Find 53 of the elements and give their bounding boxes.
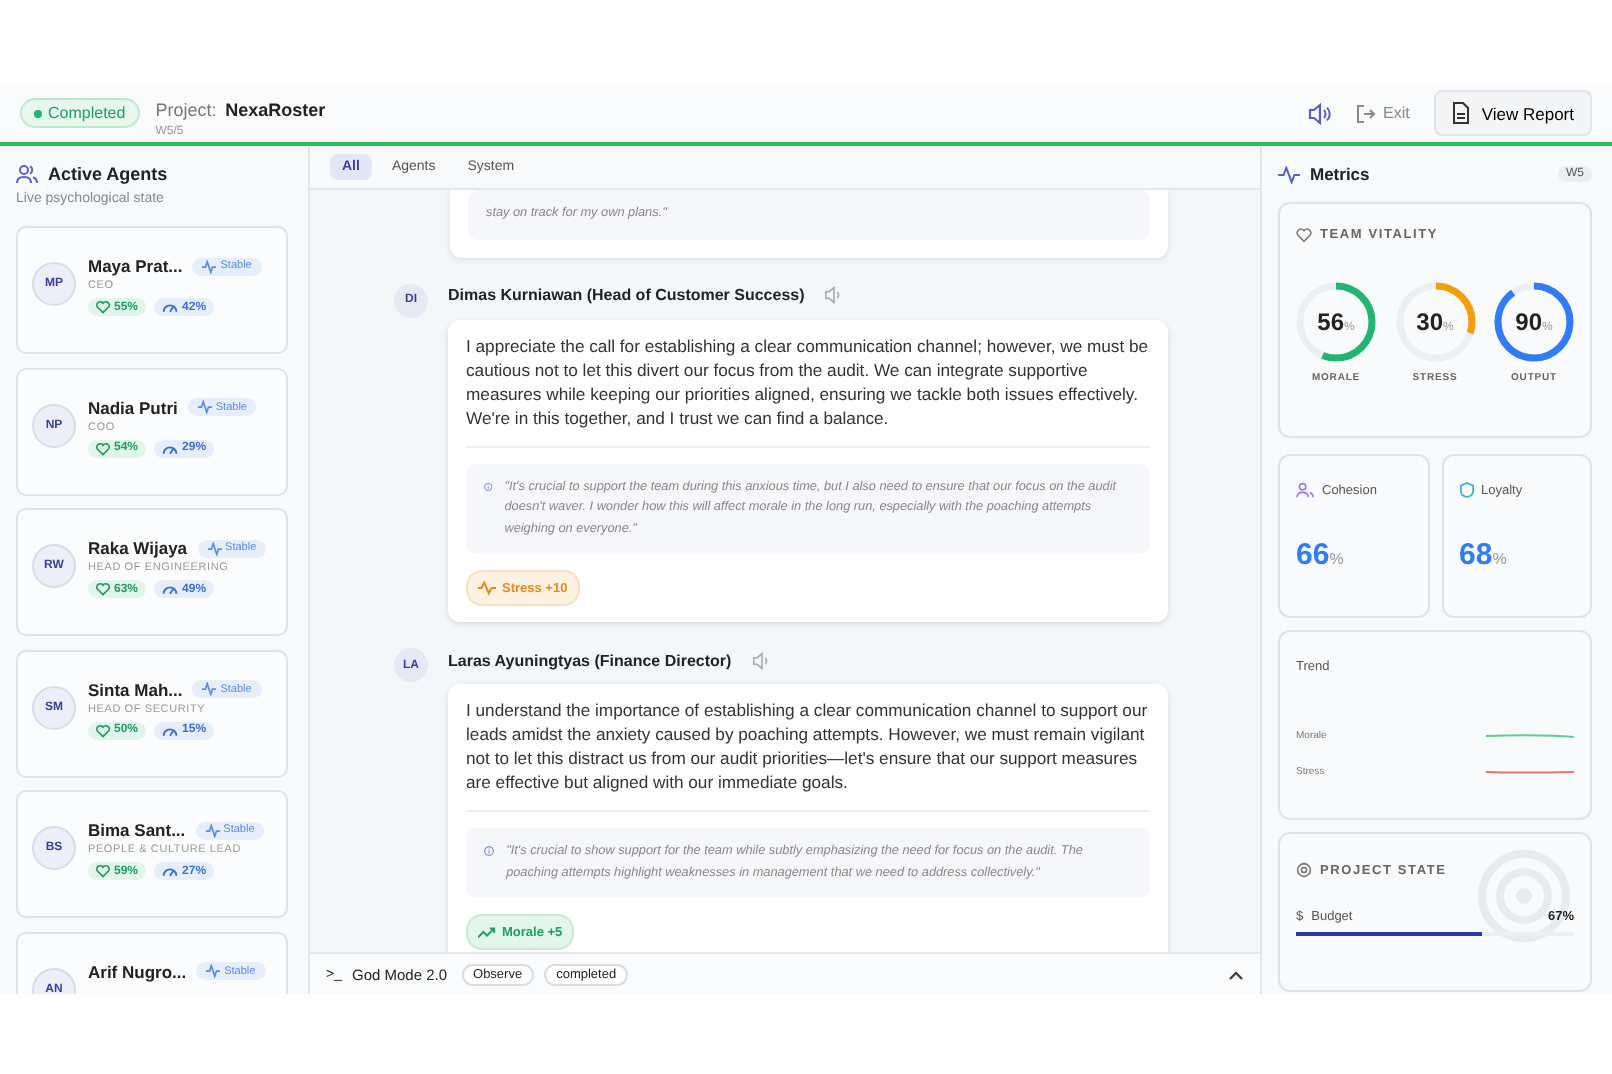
agent-name: Bima Sant... [88, 820, 186, 840]
trend-up-icon [478, 924, 496, 940]
pulse-icon [197, 400, 212, 414]
agent-name: Maya Prat... [88, 256, 183, 276]
gauge-icon [162, 723, 179, 737]
agent-name: Nadia Putri [88, 397, 178, 417]
pulse-icon [205, 823, 220, 837]
heart-icon [96, 300, 110, 314]
document-icon [1451, 102, 1470, 124]
speaker-icon[interactable] [1307, 101, 1331, 125]
heart-icon [1296, 228, 1312, 242]
heart-icon [96, 441, 110, 455]
stat-value: 66% [1296, 538, 1346, 572]
caret-icon[interactable] [1228, 969, 1244, 979]
shield-icon [1459, 482, 1473, 498]
heart-icon [96, 723, 110, 737]
exit-icon [1355, 103, 1375, 123]
people-icon [16, 164, 38, 184]
gauge-icon [162, 582, 179, 596]
ring-gauge [1395, 282, 1475, 362]
heart-icon [96, 582, 110, 596]
speaker-name: Laras Ayuningtyas (Finance Director) [448, 651, 732, 669]
target-icon [1478, 850, 1570, 942]
pulse-icon [478, 580, 496, 596]
people-icon [1296, 482, 1314, 498]
message-text: I understand the importance of establishing a clear communication channel to support our leads amidst the anxiety caused by poaching attempts. However, we must remain vigilant not to let this distract us from our audit priorities—let's ensure that our support measures are effective but aligned with our immediate goals. [466, 698, 1150, 794]
panel-title: Metrics [1310, 164, 1370, 184]
sparkline [1486, 768, 1574, 776]
agent-name: Raka Wijaya [88, 538, 188, 558]
project-label: Project: [155, 99, 217, 119]
pulse-icon [207, 541, 222, 555]
info-icon [484, 477, 493, 495]
gauge-icon [162, 864, 179, 878]
pulse-icon [206, 964, 221, 978]
gauge-icon [162, 441, 179, 455]
agent-name: Arif Nugro... [88, 961, 187, 981]
speaker-name: Dimas Kurniawan (Head of Customer Success) [448, 286, 805, 304]
panel-title: Active Agents [48, 164, 168, 184]
heart-icon [96, 864, 110, 878]
status-badge: Completed [20, 98, 140, 128]
view-report-button[interactable]: View Report [1433, 90, 1592, 136]
project-name: NexaRoster [225, 99, 326, 119]
sparkline [1486, 732, 1574, 740]
info-icon [484, 842, 495, 860]
pulse-icon [202, 682, 217, 696]
pulse-icon [1278, 165, 1300, 183]
stat-value: 68% [1459, 538, 1509, 572]
gauge-icon [162, 300, 179, 314]
pulse-icon [202, 259, 217, 273]
ring-gauge [1494, 282, 1574, 362]
ring-gauge [1296, 282, 1376, 362]
message-text: I appreciate the call for establishing a clear communication channel; however, we must be cautious not to let this divert our focus from the audit. We can integrate supportive measures while keeping our priorities aligned, ensuring we tackle both issues effectively. We're in this together, and I trust we can find a balance. [466, 333, 1150, 429]
agent-name: Sinta Mah... [88, 679, 183, 699]
